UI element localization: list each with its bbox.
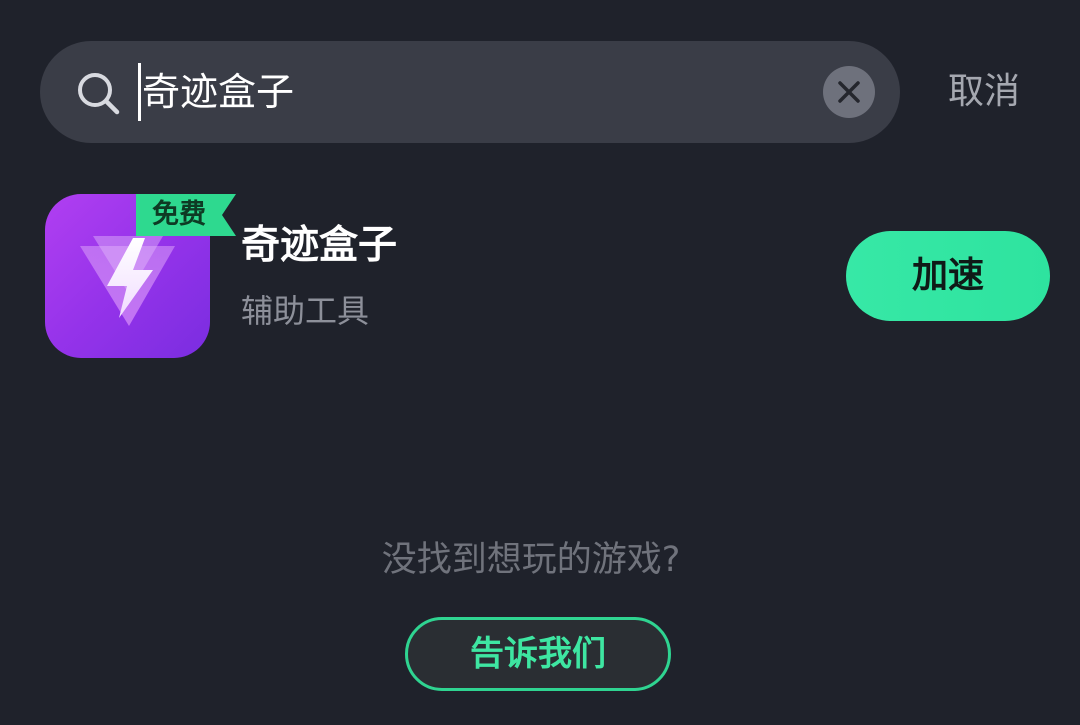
free-badge: 免费 (136, 194, 236, 236)
not-found-prompt: 没找到想玩的游戏? (381, 540, 681, 580)
app-name[interactable]: 奇迹盒子 (241, 220, 397, 272)
search-input[interactable] (142, 62, 742, 122)
clear-search-button[interactable] (823, 66, 875, 118)
cancel-button[interactable]: 取消 (948, 68, 1020, 116)
search-page: 取消 免费 奇迹盒子 辅助工具 加速 没找到想 (0, 0, 1080, 725)
accelerate-button[interactable]: 加速 (846, 231, 1050, 321)
tell-us-button[interactable]: 告诉我们 (405, 617, 671, 691)
free-badge-label: 免费 (152, 199, 206, 230)
search-icon (78, 73, 120, 115)
app-category: 辅助工具 (241, 292, 370, 330)
text-caret (138, 63, 141, 121)
close-icon (838, 81, 860, 103)
